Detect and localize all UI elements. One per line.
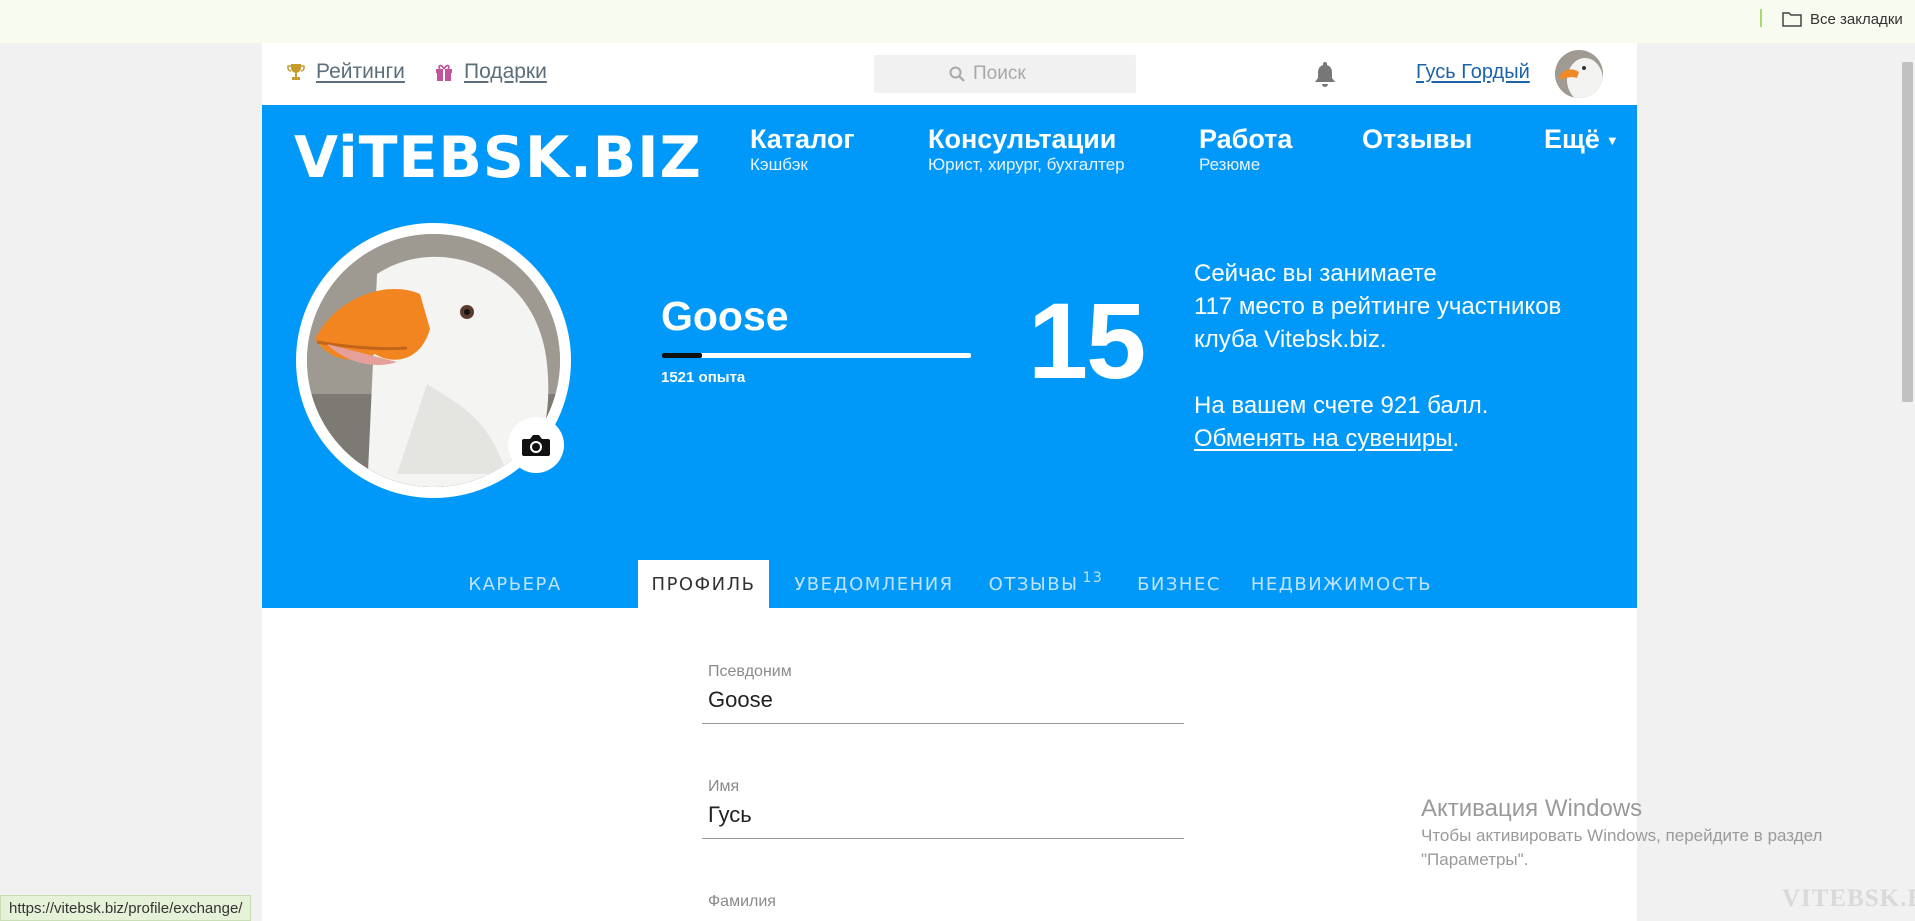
tab-notifications[interactable]: УВЕДОМЛЕНИЯ	[783, 560, 965, 608]
nav-catalog-sub: Кэшбэк	[750, 155, 808, 174]
lastname-field: Фамилия	[702, 893, 1184, 911]
tab-real-estate[interactable]: НЕДВИЖИМОСТЬ	[1245, 560, 1438, 608]
exchange-souvenirs-link[interactable]: Обменять на сувениры	[1194, 425, 1453, 452]
nav-work-title: Работа	[1199, 124, 1293, 154]
experience-progress-bar	[662, 353, 971, 358]
nav-more[interactable]: Ещё ▼	[1544, 123, 1619, 157]
caret-down-icon: ▼	[1605, 132, 1619, 148]
nav-consultations[interactable]: Консультации Юрист, хирург, бухгалтер	[928, 123, 1125, 175]
folder-icon	[1782, 12, 1802, 27]
tab-notifications-label: УВЕДОМЛЕНИЯ	[794, 573, 954, 595]
gifts-label: Подарки	[464, 60, 547, 83]
nav-more-title: Ещё	[1544, 124, 1600, 154]
tab-career[interactable]: КАРЬЕРА	[462, 560, 568, 608]
ratings-label: Рейтинги	[316, 60, 405, 83]
tab-business-label: БИЗНЕС	[1137, 573, 1221, 595]
site-watermark: VITEBSK.BIZ	[1782, 885, 1915, 912]
nav-catalog-title: Каталог	[750, 124, 855, 154]
rank-line-3: клуба Vitebsk.biz.	[1194, 326, 1387, 353]
ratings-link[interactable]: Рейтинги	[286, 60, 405, 84]
level-number: 15	[1028, 280, 1146, 401]
firstname-input[interactable]	[702, 796, 1184, 839]
search-input[interactable]	[973, 63, 1061, 85]
tab-reviews-badge: 13	[1082, 570, 1104, 586]
search-icon	[949, 66, 965, 82]
nav-reviews-title: Отзывы	[1362, 124, 1473, 154]
gift-icon	[436, 64, 452, 81]
user-name-link[interactable]: Гусь Гордый	[1416, 61, 1530, 84]
nav-work-sub: Резюме	[1199, 155, 1261, 174]
experience-progress-fill	[662, 353, 703, 358]
tab-profile[interactable]: ПРОФИЛЬ	[638, 560, 769, 608]
bookmarks-divider	[1760, 9, 1762, 27]
all-bookmarks-label: Все закладки	[1810, 10, 1903, 28]
tab-profile-label: ПРОФИЛЬ	[651, 573, 756, 595]
nav-consultations-sub: Юрист, хирург, бухгалтер	[928, 155, 1125, 174]
site-logo[interactable]: ViTEBSK.BIZ	[294, 125, 702, 191]
windows-activation-notice: Активация Windows Чтобы активировать Win…	[1421, 794, 1861, 872]
nav-work[interactable]: Работа Резюме	[1199, 123, 1292, 175]
nickname-field: Псевдоним	[702, 663, 1184, 724]
windows-activation-sub: Чтобы активировать Windows, перейдите в …	[1421, 826, 1823, 869]
nav-reviews[interactable]: Отзывы	[1362, 123, 1472, 155]
firstname-label: Имя	[708, 778, 740, 795]
tab-real-estate-label: НЕДВИЖИМОСТЬ	[1250, 573, 1433, 595]
profile-nickname: Goose	[661, 293, 789, 339]
nickname-input[interactable]	[702, 681, 1184, 724]
nav-consultations-title: Консультации	[928, 124, 1117, 154]
rank-line-1: Сейчас вы занимаете	[1194, 260, 1437, 287]
windows-activation-title: Активация Windows	[1421, 795, 1643, 822]
scrollbar-thumb[interactable]	[1902, 62, 1913, 402]
utility-bar: Рейтинги Подарки Гусь Гордый	[262, 43, 1637, 105]
gifts-link[interactable]: Подарки	[434, 60, 547, 84]
goose-avatar-small-icon	[1555, 50, 1603, 98]
exchange-suffix: .	[1452, 425, 1460, 452]
lastname-label: Фамилия	[708, 893, 776, 910]
nickname-label: Псевдоним	[708, 663, 792, 680]
scrollbar[interactable]	[1900, 62, 1915, 402]
balance-text: На вашем счете 921 балл.	[1194, 392, 1489, 419]
change-photo-button[interactable]	[508, 417, 564, 473]
search-box[interactable]	[874, 55, 1136, 93]
status-url: https://vitebsk.biz/profile/exchange/	[0, 895, 252, 921]
profile-hero: ViTEBSK.BIZ Каталог Кэшбэк Консультации …	[262, 105, 1637, 608]
tab-reviews-label: ОТЗЫВЫ	[988, 573, 1079, 595]
tab-reviews[interactable]: ОТЗЫВЫ 13	[976, 560, 1116, 608]
bookmarks-bar: Все закладки	[0, 0, 1915, 43]
firstname-field: Имя	[702, 778, 1184, 839]
rank-info: Сейчас вы занимаете 117 место в рейтинге…	[1194, 257, 1614, 455]
user-avatar[interactable]	[1555, 50, 1603, 98]
tab-business[interactable]: БИЗНЕС	[1126, 560, 1232, 608]
profile-tabs: КАРЬЕРА ПРОФИЛЬ УВЕДОМЛЕНИЯ ОТЗЫВЫ 13 БИЗ…	[262, 560, 1637, 608]
nav-catalog[interactable]: Каталог Кэшбэк	[750, 123, 855, 175]
all-bookmarks-button[interactable]: Все закладки	[1782, 8, 1903, 30]
rank-line-2: 117 место в рейтинге участников	[1194, 293, 1562, 320]
bell-icon[interactable]	[1312, 60, 1338, 88]
camera-icon	[522, 435, 550, 456]
trophy-icon	[287, 64, 305, 80]
page: Рейтинги Подарки Гусь Гордый	[262, 43, 1637, 921]
tab-career-label: КАРЬЕРА	[468, 573, 562, 595]
experience-text: 1521 опыта	[661, 369, 746, 386]
